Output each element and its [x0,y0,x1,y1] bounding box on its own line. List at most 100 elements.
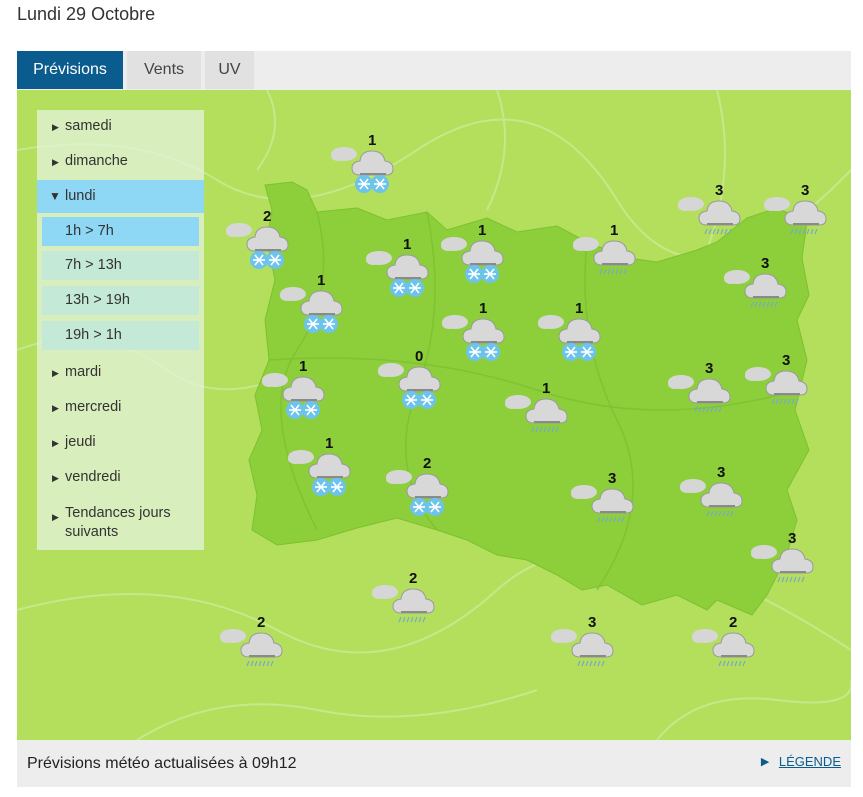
forecast-value: 3 [761,255,770,272]
day-label: lundi [65,188,96,204]
snow-cloud-icon [441,237,504,283]
tab-previsions[interactable]: Prévisions [17,51,123,89]
forecast-marker[interactable]: 3 [570,470,640,540]
forecast-value: 2 [263,208,272,225]
forecast-marker[interactable]: 1 [261,358,331,428]
forecast-marker[interactable]: 1 [287,435,357,505]
rain-cloud-icon [692,629,755,667]
snow-cloud-icon [378,363,441,409]
expand-arrow-icon: ▶ [52,122,59,132]
forecast-value: 1 [325,435,334,452]
period-7h-13h[interactable]: 7h > 13h [42,251,199,280]
day-mercredi[interactable]: ▶ mercredi [37,399,204,421]
rain-cloud-icon [764,197,827,235]
forecast-marker[interactable]: 1 [279,272,349,342]
forecast-value: 1 [478,222,487,239]
day-jeudi[interactable]: ▶ jeudi [37,434,204,456]
forecast-value: 3 [705,360,714,377]
forecast-value: 3 [588,614,597,631]
snow-cloud-icon [226,223,289,269]
tab-vents[interactable]: Vents [127,51,201,89]
rain-cloud-icon [668,375,731,413]
period-19h-1h[interactable]: 19h > 1h [42,321,199,350]
snow-cloud-icon [538,315,601,361]
rain-cloud-icon [571,485,634,523]
forecast-marker[interactable]: 1 [441,300,511,370]
forecast-marker[interactable]: 2 [691,614,761,684]
forecast-value: 1 [479,300,488,317]
period-label: 1h > 7h [65,223,114,239]
forecast-value: 3 [717,464,726,481]
forecast-value: 0 [415,348,424,365]
forecast-marker[interactable]: 1 [572,222,642,292]
tab-uv[interactable]: UV [205,51,254,89]
snow-cloud-icon [386,470,449,516]
forecast-marker[interactable]: 2 [225,208,295,278]
forecast-value: 2 [729,614,738,631]
forecast-marker[interactable]: 3 [750,530,820,600]
forecast-marker[interactable]: 2 [371,570,441,640]
period-label: 19h > 1h [65,327,122,343]
forecast-value: 3 [715,182,724,199]
day-samedi[interactable]: ▶ samedi [37,118,204,140]
expand-arrow-icon: ▶ [52,403,59,413]
forecast-marker[interactable]: 3 [550,614,620,684]
forecast-marker[interactable]: 3 [679,464,749,534]
rain-cloud-icon [724,270,787,308]
legend-link[interactable]: ▶ LÉGENDE [761,754,841,769]
expand-arrow-icon: ▶ [52,512,59,522]
day-mardi[interactable]: ▶ mardi [37,364,204,386]
forecast-marker[interactable]: 1 [330,132,400,202]
period-label: 13h > 19h [65,292,130,308]
forecast-value: 1 [299,358,308,375]
forecast-value: 2 [423,455,432,472]
expand-arrow-icon: ▶ [52,157,59,167]
forecast-value: 3 [608,470,617,487]
rain-cloud-icon [551,629,614,667]
forecast-marker[interactable]: 2 [219,614,289,684]
period-1h-7h[interactable]: 1h > 7h [42,217,199,246]
forecast-marker[interactable]: 1 [504,380,574,450]
day-label: mardi [65,364,102,380]
forecast-value: 2 [257,614,266,631]
forecast-value: 1 [610,222,619,239]
weather-map: ▶ samedi ▶ dimanche ▼ lundi 1h > 7h 7h > 13… [17,90,851,740]
snow-cloud-icon [262,373,325,419]
forecast-marker[interactable]: 1 [440,222,510,292]
forecast-marker[interactable]: 3 [677,182,747,252]
day-dimanche[interactable]: ▶ dimanche [37,153,204,175]
day-label: samedi [65,118,112,134]
page-title: Lundi 29 Octobre [17,4,156,24]
rain-cloud-icon [372,585,435,623]
day-selector: ▶ samedi ▶ dimanche ▼ lundi 1h > 7h 7h > 13… [37,110,204,550]
forecast-marker[interactable]: 3 [723,255,793,325]
day-vendredi[interactable]: ▶ vendredi [37,469,204,491]
rain-cloud-icon [751,545,814,583]
footer-bar: Prévisions météo actualisées à 09h12 ▶ LÉ… [17,740,851,787]
forecast-value: 3 [801,182,810,199]
forecast-marker[interactable]: 3 [667,360,737,430]
rain-cloud-icon [220,629,283,667]
day-label: dimanche [65,153,128,169]
snow-cloud-icon [288,450,351,496]
forecast-marker[interactable]: 3 [744,352,814,422]
tab-bar: Prévisions Vents UV [17,51,851,90]
forecast-marker[interactable]: 2 [385,455,455,525]
day-label: Tendances jours suivants [65,505,171,540]
forecast-marker[interactable]: 1 [365,236,435,306]
snow-cloud-icon [366,251,429,297]
day-lundi[interactable]: ▼ lundi [37,180,204,213]
rain-cloud-icon [573,237,636,275]
forecast-marker[interactable]: 1 [537,300,607,370]
forecast-value: 2 [409,570,418,587]
rain-cloud-icon [680,479,743,517]
forecast-value: 1 [368,132,377,149]
day-tendances[interactable]: ▶ Tendances jours suivants [37,504,187,544]
period-13h-19h[interactable]: 13h > 19h [42,286,199,315]
forecast-marker[interactable]: 0 [377,348,447,418]
forecast-marker[interactable]: 3 [763,182,833,252]
forecast-value: 1 [403,236,412,253]
snow-cloud-icon [280,287,343,333]
rain-cloud-icon [678,197,741,235]
forecast-value: 3 [788,530,797,547]
